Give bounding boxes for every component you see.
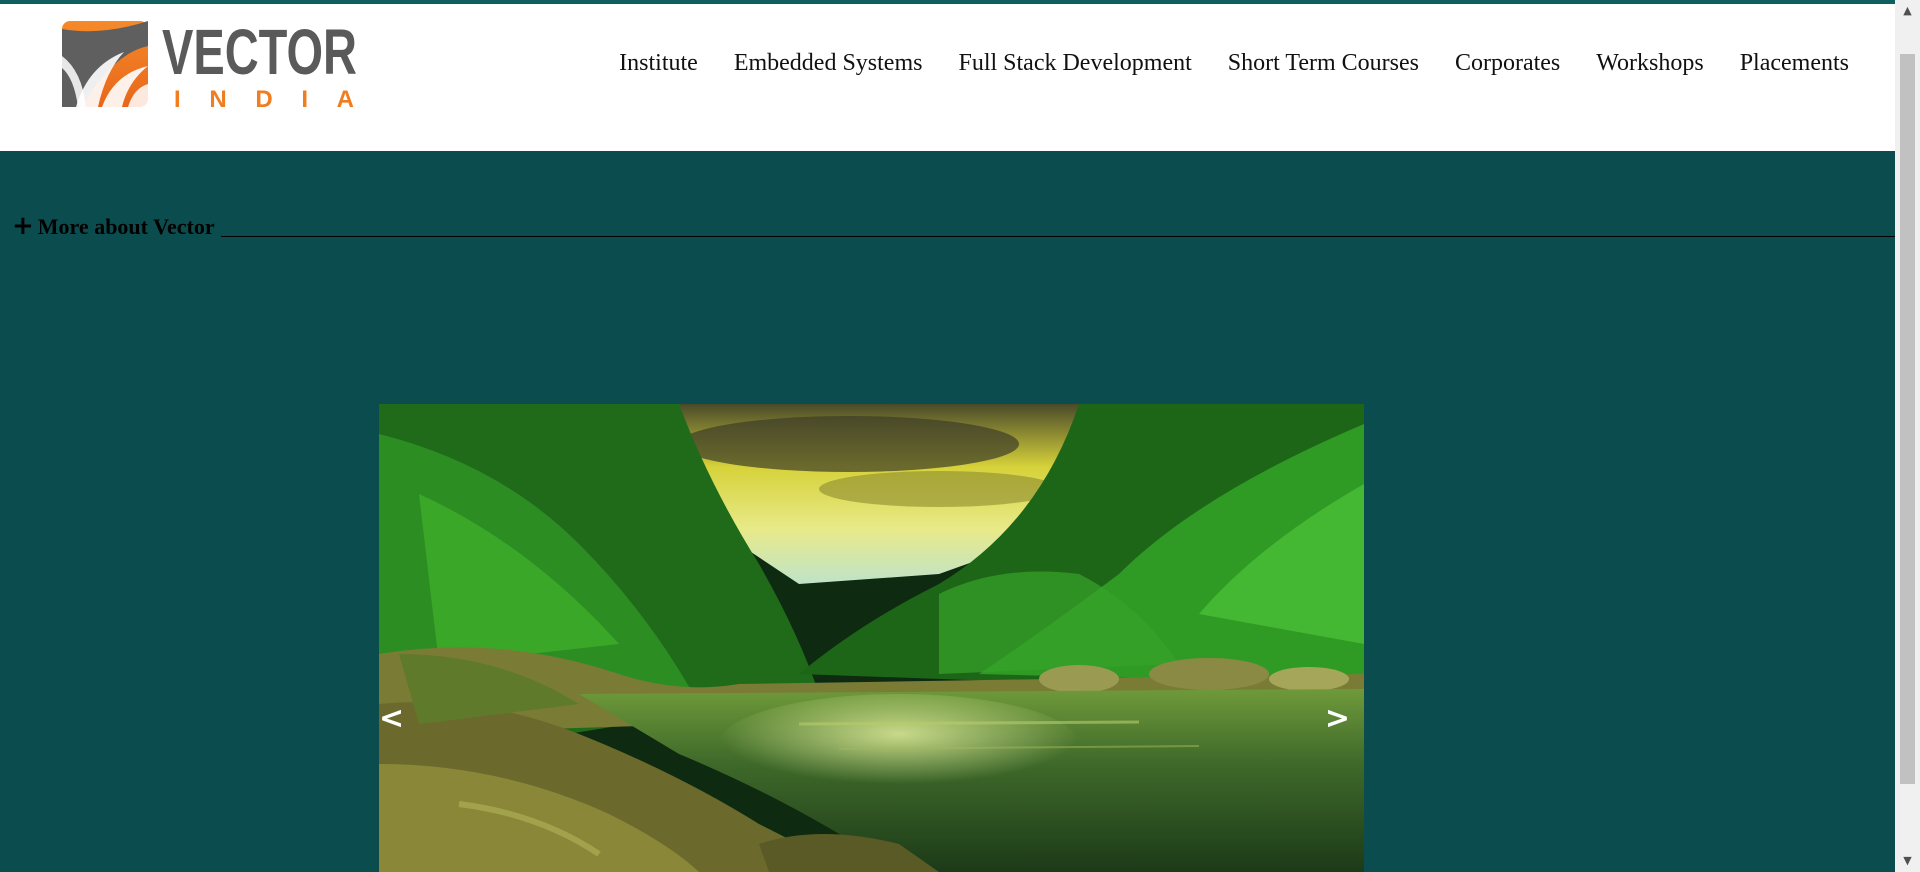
more-about-vector-toggle[interactable]: + More about Vector	[12, 208, 1895, 242]
nav-item-full-stack-development[interactable]: Full Stack Development	[940, 44, 1209, 82]
scroll-down-arrow-icon[interactable]: ▼	[1895, 850, 1920, 872]
site-header: VECTOR INDIA Institute Embedded Systems …	[0, 4, 1895, 151]
logo-emblem-icon	[62, 21, 148, 107]
nav-item-placements[interactable]: Placements	[1722, 44, 1867, 82]
nav-item-embedded-systems[interactable]: Embedded Systems	[716, 44, 941, 82]
scroll-up-arrow-icon[interactable]: ▲	[1895, 0, 1920, 22]
vertical-scrollbar[interactable]: ▲ ▼	[1895, 0, 1920, 872]
slider-prev-button[interactable]: <	[379, 704, 404, 734]
nav-item-corporates[interactable]: Corporates	[1437, 44, 1578, 82]
plus-icon: +	[12, 211, 34, 241]
image-slider: < >	[379, 404, 1364, 872]
logo-wordmark-top: VECTOR	[162, 16, 357, 88]
vector-india-logo[interactable]: VECTOR INDIA	[62, 16, 362, 112]
nav-item-workshops[interactable]: Workshops	[1578, 44, 1721, 82]
logo-wordmark-bottom: INDIA	[174, 86, 354, 112]
more-about-vector-label: More about Vector	[37, 214, 215, 239]
section-divider	[220, 236, 1895, 237]
slider-next-button[interactable]: >	[1325, 704, 1350, 734]
nav-item-institute[interactable]: Institute	[601, 44, 716, 82]
page: VECTOR INDIA Institute Embedded Systems …	[0, 0, 1920, 872]
slide-image-forest-river	[379, 404, 1364, 872]
scrollbar-thumb[interactable]	[1900, 54, 1915, 784]
main-nav: Institute Embedded Systems Full Stack De…	[601, 44, 1867, 82]
nav-item-short-term-courses[interactable]: Short Term Courses	[1210, 44, 1437, 82]
